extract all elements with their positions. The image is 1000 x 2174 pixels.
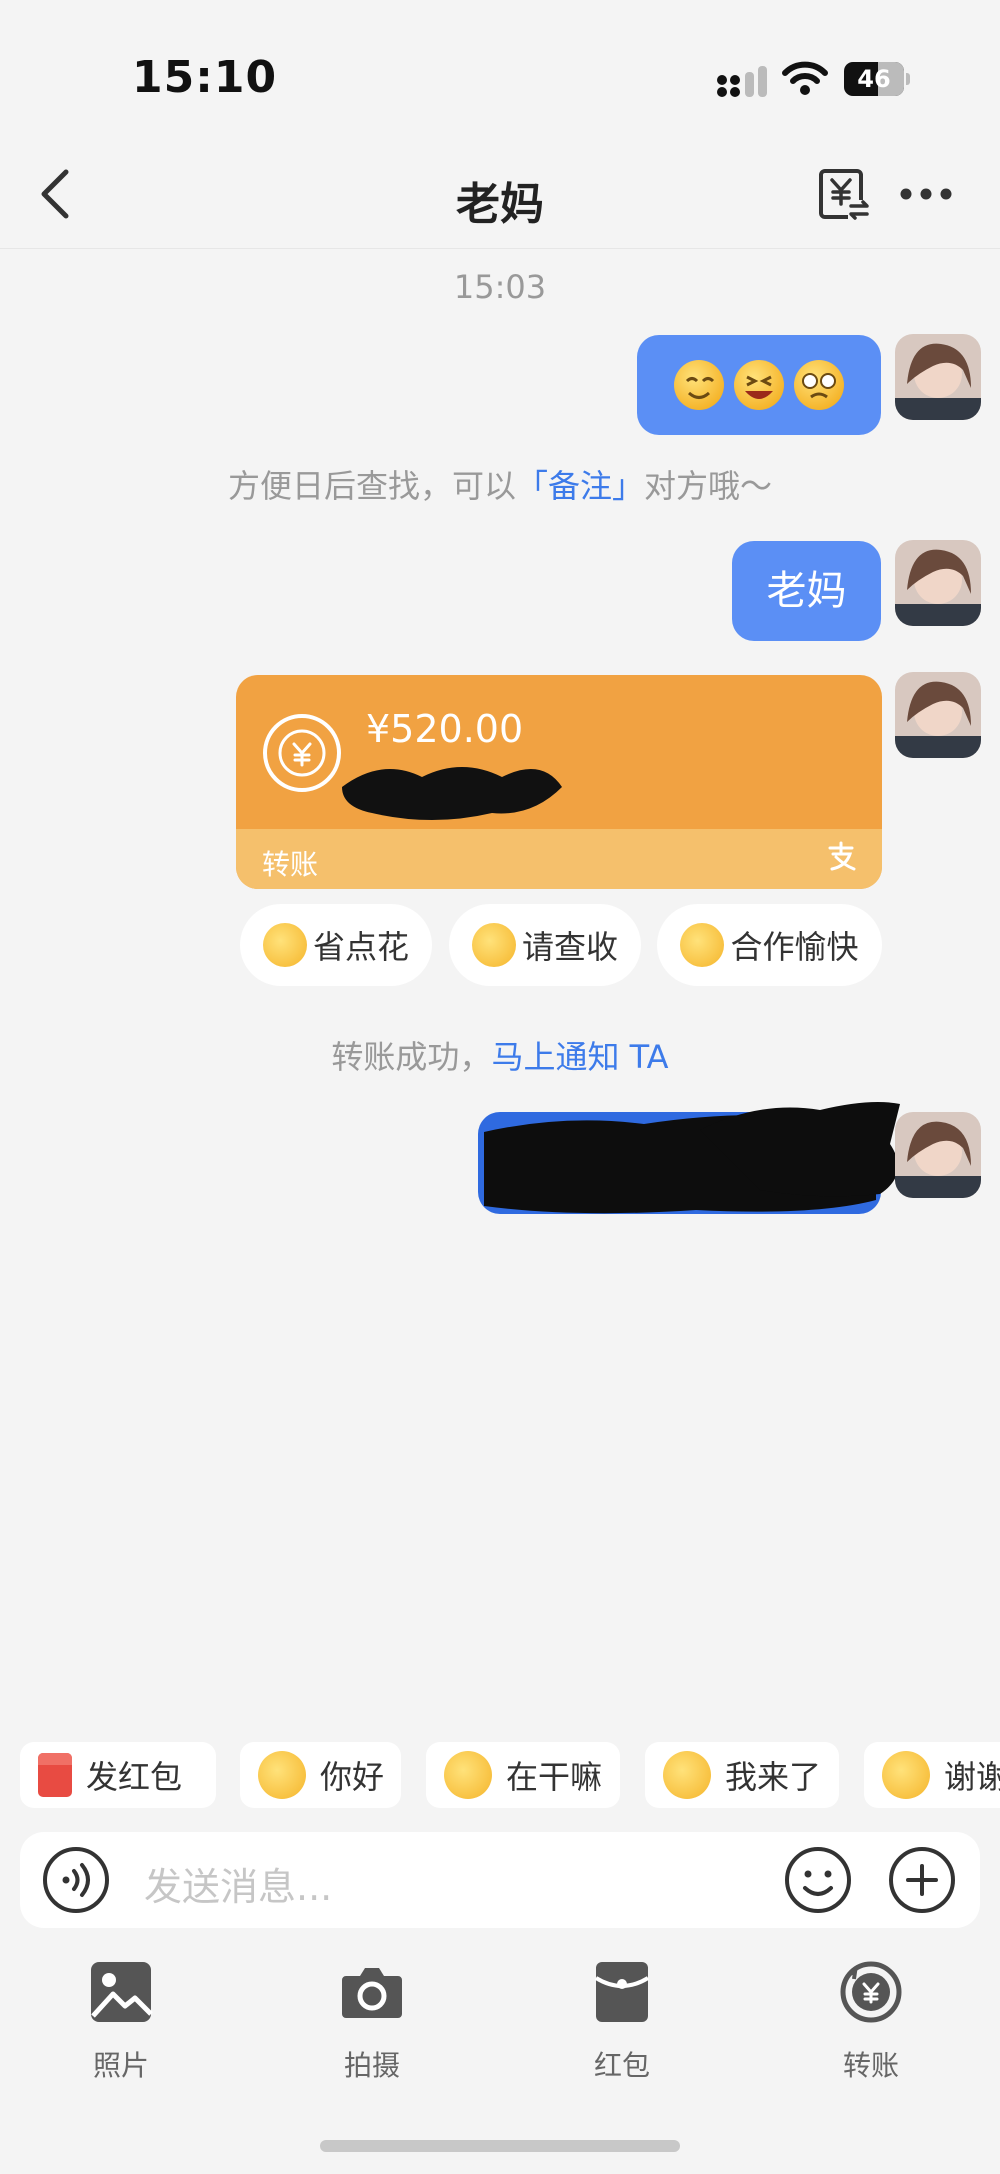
redaction-scribble xyxy=(700,1102,900,1197)
folded-hands-icon xyxy=(471,923,516,967)
quick-reply-button[interactable]: 合作愉快 xyxy=(657,904,882,986)
avatar[interactable] xyxy=(895,334,981,420)
battery-icon: 46 xyxy=(844,62,910,96)
battery-level: 46 xyxy=(857,65,891,93)
text-message-bubble[interactable]: 老妈 xyxy=(732,541,881,641)
emoji-group-icon xyxy=(674,360,844,410)
signal-icon xyxy=(717,66,767,97)
transfer-label: 转账 xyxy=(262,848,319,881)
red-packet-icon xyxy=(594,1962,650,2022)
remark-hint: 方便日后查找，可以「备注」对方哦～ xyxy=(227,467,773,505)
status-time: 15:10 xyxy=(132,52,278,103)
red-packet-icon xyxy=(38,1753,72,1797)
chip-what-doing[interactable]: 在干嘛 xyxy=(426,1742,620,1808)
toolbar-red-packet[interactable]: 红包 xyxy=(542,1960,702,2084)
message-input-bar: 发送消息... xyxy=(20,1832,980,1928)
quick-reply-button[interactable]: 请查收 xyxy=(449,904,641,986)
transfer-success-hint: 转账成功，马上通知 TA xyxy=(331,1038,669,1076)
avatar[interactable] xyxy=(895,1112,981,1198)
chip-thanks[interactable]: 谢谢 xyxy=(864,1742,1000,1808)
sunglasses-face-icon xyxy=(663,1751,711,1799)
home-indicator xyxy=(320,2140,680,2152)
smiling-face-icon xyxy=(680,923,725,967)
more-icon[interactable] xyxy=(900,182,952,206)
photo-icon xyxy=(91,1962,153,2022)
toolbar-photo[interactable]: 照片 xyxy=(41,1960,201,2084)
message-timestamp: 15:03 xyxy=(453,268,547,306)
chip-hello[interactable]: 你好 xyxy=(240,1742,401,1808)
notify-link[interactable]: 马上通知 TA xyxy=(491,1038,668,1076)
toolbar-camera[interactable]: 拍摄 xyxy=(292,1960,452,2084)
yen-transfer-icon[interactable] xyxy=(818,168,870,220)
waving-face-icon xyxy=(258,1751,306,1799)
message-input[interactable]: 发送消息... xyxy=(144,1856,332,1911)
alipay-icon xyxy=(828,841,856,871)
voice-icon[interactable] xyxy=(42,1846,110,1914)
camera-icon xyxy=(342,1968,402,2018)
transfer-icon xyxy=(840,1961,902,2023)
remark-link[interactable]: 备注 xyxy=(548,467,612,505)
wifi-icon xyxy=(782,61,828,95)
transfer-amount: ¥520.00 xyxy=(366,707,524,751)
nav-divider xyxy=(0,248,1000,249)
yen-circle-icon xyxy=(263,714,341,792)
avatar[interactable] xyxy=(895,672,981,758)
text-message: 老妈 xyxy=(766,568,847,614)
emoji-message-bubble[interactable] xyxy=(637,335,881,435)
emoji-icon[interactable] xyxy=(784,1846,852,1914)
transfer-card[interactable]: ¥520.00 转账 xyxy=(236,675,882,889)
avatar[interactable] xyxy=(895,540,981,626)
redaction-scribble xyxy=(342,767,562,820)
grinning-face-icon xyxy=(882,1751,930,1799)
plus-icon[interactable] xyxy=(888,1846,956,1914)
toolbar-transfer[interactable]: 转账 xyxy=(791,1960,951,2084)
thinking-face-icon xyxy=(262,923,307,967)
chip-red-packet[interactable]: 发红包 xyxy=(20,1742,216,1808)
quick-reply-button[interactable]: 省点花 xyxy=(240,904,432,986)
chip-here[interactable]: 我来了 xyxy=(645,1742,839,1808)
curious-face-icon xyxy=(444,1751,492,1799)
